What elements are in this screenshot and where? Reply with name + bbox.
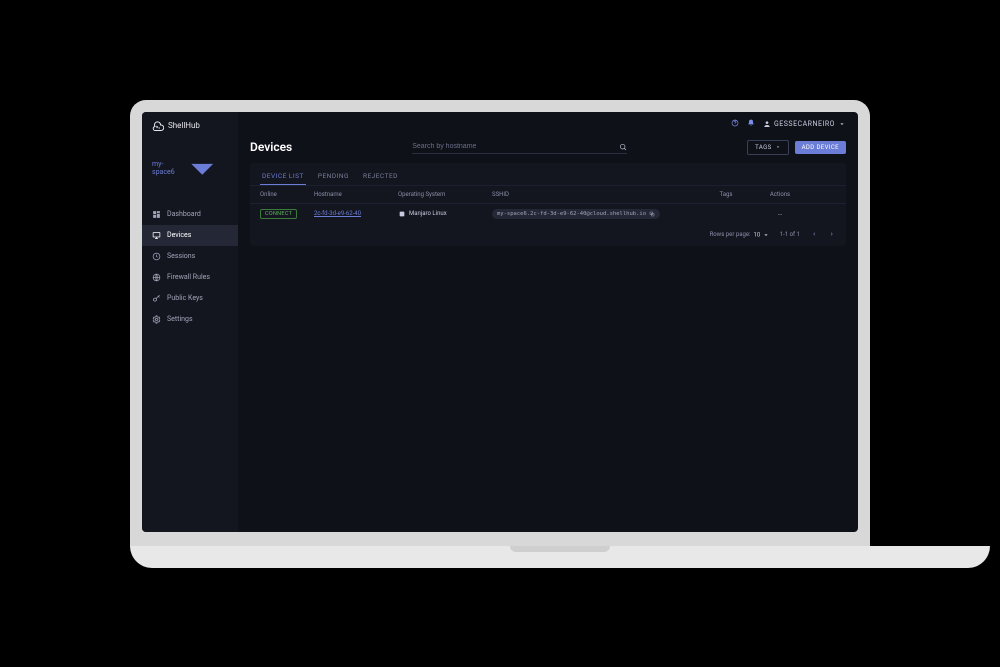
sidebar: ShellHub my-space6 Dashboard Devices Ses… xyxy=(142,112,238,532)
col-hostname: Hostname xyxy=(314,191,394,198)
sidebar-item-firewall[interactable]: Firewall Rules xyxy=(142,267,238,288)
page-title: Devices xyxy=(250,140,292,154)
sidebar-item-label: Firewall Rules xyxy=(167,273,210,281)
tags-button[interactable]: TAGS xyxy=(747,140,788,155)
sidebar-item-label: Sessions xyxy=(167,252,195,260)
cloud-shell-icon xyxy=(152,120,164,132)
tabs: DEVICE LIST PENDING REJECTED xyxy=(250,163,846,186)
devices-panel: DEVICE LIST PENDING REJECTED Online Host… xyxy=(250,163,846,246)
col-actions: Actions xyxy=(760,191,800,198)
caret-down-icon xyxy=(775,144,781,150)
os-cell: Manjaro Linux xyxy=(398,210,488,218)
chevron-down-icon xyxy=(176,142,228,194)
search-input[interactable] xyxy=(412,143,619,150)
rows-per-page-label: Rows per page: xyxy=(710,231,751,238)
tab-rejected[interactable]: REJECTED xyxy=(361,168,400,185)
tab-device-list[interactable]: DEVICE LIST xyxy=(260,168,306,185)
bell-icon[interactable] xyxy=(747,119,755,129)
sshid-pill[interactable]: my-space6.2c-fd-3d-e9-62-40@cloud.shellh… xyxy=(492,209,660,219)
sidebar-item-dashboard[interactable]: Dashboard xyxy=(142,204,238,225)
prev-page-button[interactable] xyxy=(810,230,818,240)
chevron-left-icon xyxy=(810,230,818,238)
namespace-selector[interactable]: my-space6 xyxy=(142,138,238,204)
next-page-button[interactable] xyxy=(828,230,836,240)
col-os: Operating System xyxy=(398,191,488,198)
row-actions-menu[interactable]: … xyxy=(760,210,800,217)
chevron-down-icon xyxy=(838,120,846,128)
dashboard-icon xyxy=(152,210,161,219)
key-icon xyxy=(152,294,161,303)
sessions-icon xyxy=(152,252,161,261)
sidebar-item-devices[interactable]: Devices xyxy=(142,225,238,246)
laptop-base xyxy=(130,546,990,568)
table-row: CONNECT 2c-fd-3d-e9-62-40 Manjaro Linux … xyxy=(250,203,846,224)
hostname-link[interactable]: 2c-fd-3d-e9-62-40 xyxy=(314,210,394,217)
namespace-name: my-space6 xyxy=(152,160,176,176)
sidebar-item-label: Settings xyxy=(167,315,193,323)
sidebar-item-label: Public Keys xyxy=(167,294,203,302)
linux-icon xyxy=(398,210,406,218)
page-size-select[interactable]: 10 xyxy=(753,231,769,239)
brand-name: ShellHub xyxy=(168,121,200,130)
logo: ShellHub xyxy=(142,112,238,138)
globe-icon xyxy=(152,273,161,282)
caret-down-icon xyxy=(762,231,770,239)
search-icon xyxy=(619,143,627,151)
sidebar-item-label: Devices xyxy=(167,231,191,239)
sidebar-item-label: Dashboard xyxy=(167,210,201,218)
main-area: GESSECARNEIRO Devices TAGS xyxy=(238,112,858,532)
devices-icon xyxy=(152,231,161,240)
user-icon xyxy=(763,120,771,128)
col-tags: Tags xyxy=(696,191,756,198)
copy-icon xyxy=(649,211,655,217)
help-icon[interactable] xyxy=(731,119,739,129)
username: GESSECARNEIRO xyxy=(774,120,835,128)
sidebar-item-publickeys[interactable]: Public Keys xyxy=(142,288,238,309)
pagination: Rows per page: 10 1-1 of 1 xyxy=(250,224,846,246)
topbar: GESSECARNEIRO xyxy=(238,112,858,136)
sidebar-item-settings[interactable]: Settings xyxy=(142,309,238,330)
add-device-button[interactable]: ADD DEVICE xyxy=(795,141,846,154)
col-online: Online xyxy=(260,191,310,198)
user-menu[interactable]: GESSECARNEIRO xyxy=(763,120,846,128)
table-header: Online Hostname Operating System SSHID T… xyxy=(250,186,846,203)
gear-icon xyxy=(152,315,161,324)
connect-button[interactable]: CONNECT xyxy=(260,209,297,219)
col-sshid: SSHID xyxy=(492,191,692,198)
sidebar-item-sessions[interactable]: Sessions xyxy=(142,246,238,267)
search-wrap xyxy=(412,141,627,154)
chevron-right-icon xyxy=(828,230,836,238)
pagination-range: 1-1 of 1 xyxy=(780,231,800,238)
tab-pending[interactable]: PENDING xyxy=(316,168,351,185)
